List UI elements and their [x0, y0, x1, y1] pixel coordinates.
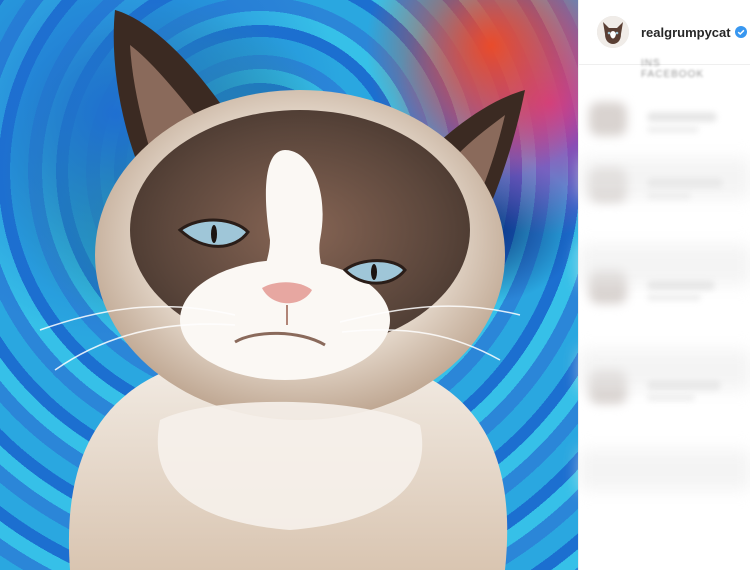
blur-band [579, 350, 750, 390]
blur-band [579, 158, 750, 198]
comment-text-blur [647, 126, 699, 133]
comment-text-blur [647, 394, 695, 401]
commenter-avatar [589, 102, 627, 136]
account-username[interactable]: realgrumpycat [641, 25, 731, 40]
post-photo[interactable] [0, 0, 578, 570]
post-header: realgrumpycat [579, 0, 750, 65]
instagram-post-screenshot: realgrumpycat INS FACEBOOK [0, 0, 750, 570]
comment-text-blur [647, 294, 701, 301]
blur-band [579, 450, 750, 490]
cat-avatar-icon [597, 16, 629, 48]
post-sidebar: realgrumpycat INS FACEBOOK [578, 0, 750, 570]
blur-band [579, 245, 750, 285]
comment-text-blur [647, 112, 717, 122]
account-avatar[interactable] [597, 16, 629, 48]
grumpy-cat-illustration [39, 10, 525, 570]
comment-row [589, 102, 741, 136]
blurred-meta-item: INS [641, 58, 661, 69]
verified-badge-icon [734, 26, 747, 38]
comments-list-blurred [579, 70, 750, 570]
